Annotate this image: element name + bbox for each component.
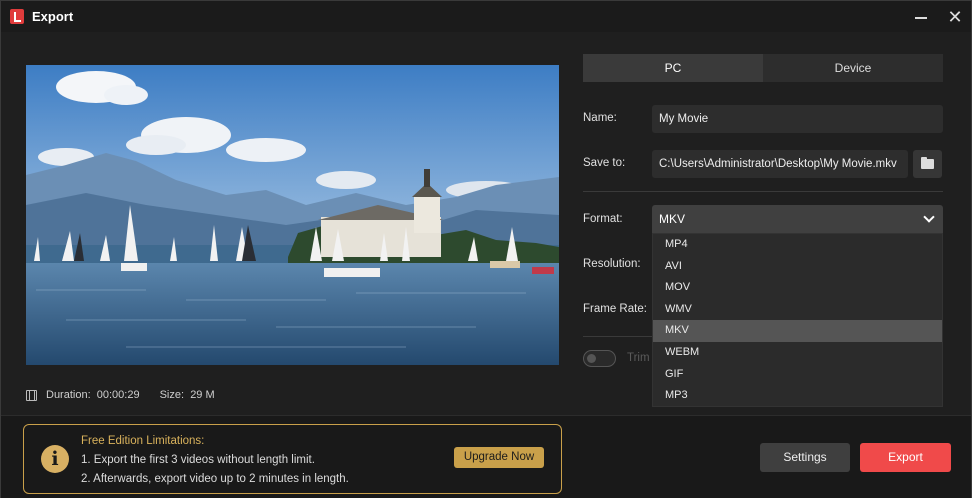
window-title: Export	[32, 9, 74, 24]
format-option-wmv[interactable]: WMV	[653, 299, 942, 321]
divider	[583, 191, 943, 192]
format-option-mov[interactable]: MOV	[653, 277, 942, 299]
limit-line-2: 2. Afterwards, export video up to 2 minu…	[81, 473, 349, 485]
browse-folder-icon[interactable]	[913, 150, 942, 178]
format-option-mp4[interactable]: MP4	[653, 234, 942, 256]
upgrade-now-button[interactable]: Upgrade Now	[454, 447, 544, 468]
trim-label: Trim	[627, 352, 650, 364]
duration-label: Duration:	[46, 389, 91, 401]
format-option-mp3[interactable]: MP3	[653, 385, 942, 407]
divider	[583, 336, 653, 337]
free-edition-notice: i Free Edition Limitations: 1. Export th…	[23, 424, 562, 494]
export-window: Export ✕ Duration: 00:00:29 Size: 29 M P…	[0, 0, 972, 498]
duration-value: 00:00:29	[96, 389, 140, 401]
app-logo-icon	[10, 9, 24, 24]
resolution-label: Resolution:	[583, 258, 641, 270]
film-icon	[26, 389, 37, 401]
chevron-down-icon	[923, 211, 935, 223]
format-dropdown-list: MP4 AVI MOV WMV MKV WEBM GIF MP3	[652, 233, 943, 407]
format-option-webm[interactable]: WEBM	[653, 342, 942, 364]
format-option-mkv[interactable]: MKV	[653, 320, 942, 342]
title-bar: Export ✕	[1, 1, 971, 32]
export-button[interactable]: Export	[860, 443, 951, 472]
target-tabs: PC Device	[583, 54, 943, 82]
frame-rate-label: Frame Rate:	[583, 303, 647, 315]
limit-line-1: 1. Export the first 3 videos without len…	[81, 454, 315, 466]
format-label: Format:	[583, 213, 623, 225]
trim-toggle[interactable]	[583, 350, 616, 367]
limit-title: Free Edition Limitations:	[81, 435, 205, 447]
size-label: Size:	[159, 389, 185, 401]
save-path-input[interactable]: C:\Users\Administrator\Desktop\My Movie.…	[652, 150, 908, 178]
format-option-avi[interactable]: AVI	[653, 256, 942, 278]
preview-landscape-image	[26, 65, 559, 365]
tab-device[interactable]: Device	[763, 54, 943, 82]
format-option-gif[interactable]: GIF	[653, 364, 942, 386]
video-preview	[26, 65, 559, 365]
preview-info: Duration: 00:00:29 Size: 29 M	[26, 387, 215, 403]
footer: i Free Edition Limitations: 1. Export th…	[1, 415, 971, 498]
save-to-label: Save to:	[583, 157, 626, 169]
size-value: 29 M	[190, 389, 215, 401]
info-icon: i	[41, 445, 69, 473]
name-input[interactable]: My Movie	[652, 105, 943, 133]
format-select[interactable]: MKV	[652, 205, 943, 233]
close-button[interactable]: ✕	[943, 7, 967, 27]
tab-pc[interactable]: PC	[583, 54, 763, 82]
settings-button[interactable]: Settings	[760, 443, 850, 472]
format-selected-value: MKV	[659, 212, 686, 226]
name-label: Name:	[583, 112, 617, 124]
minimize-button[interactable]	[909, 7, 933, 27]
